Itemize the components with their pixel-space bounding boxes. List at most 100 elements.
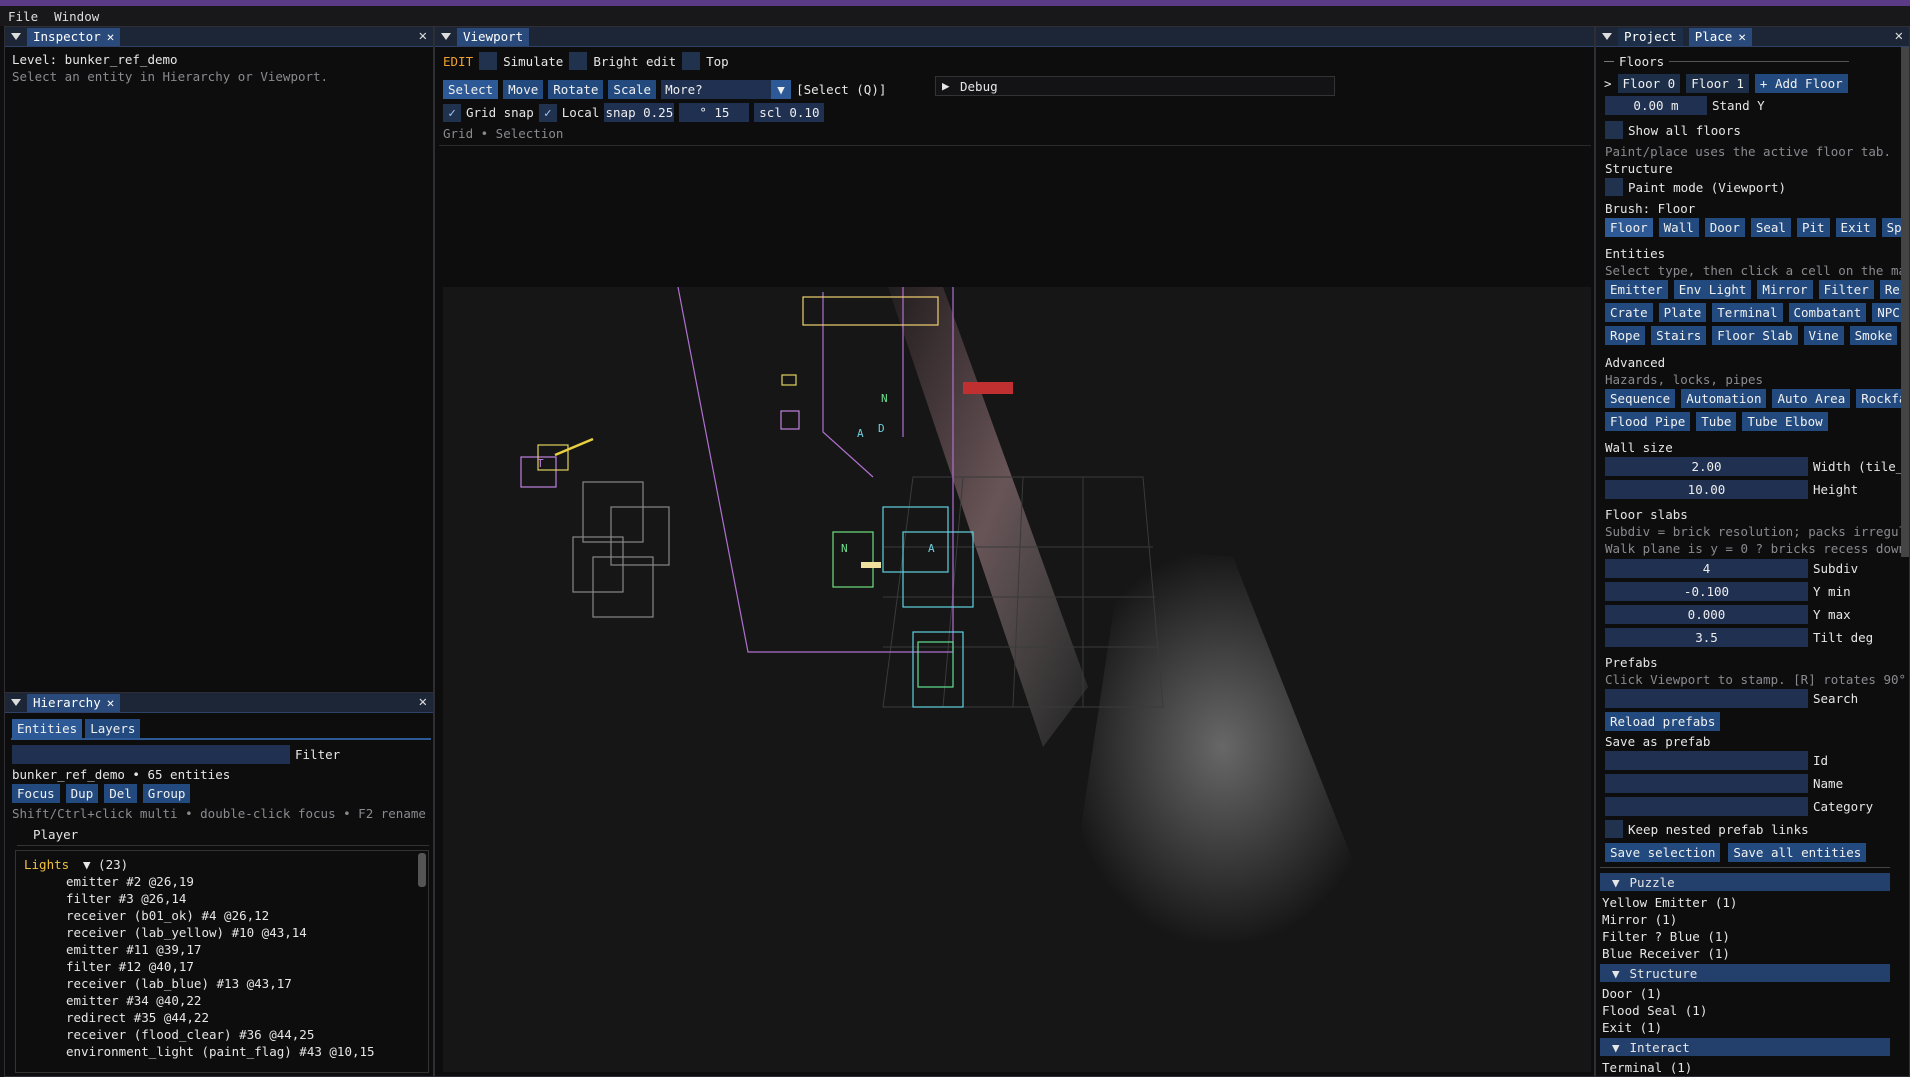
save-selection-button[interactable]: Save selection xyxy=(1605,843,1721,862)
automation-button[interactable]: Automation xyxy=(1681,389,1767,408)
interact-section-header[interactable]: ▼ Interact xyxy=(1600,1038,1890,1056)
sequence-button[interactable]: Sequence xyxy=(1605,389,1676,408)
top-checkbox[interactable] xyxy=(682,52,701,70)
list-item[interactable]: emitter #11 @39,17 xyxy=(66,942,201,957)
vine-button[interactable]: Vine xyxy=(1803,326,1844,345)
list-item[interactable]: receiver (lab_blue) #13 @43,17 xyxy=(66,976,292,991)
show-all-floors-checkbox[interactable] xyxy=(1605,121,1623,139)
filter-button[interactable]: Filter xyxy=(1818,280,1874,299)
close-icon[interactable]: ✕ xyxy=(1738,29,1746,44)
ymin-field[interactable]: -0.100 xyxy=(1605,582,1808,601)
scale-tool-button[interactable]: Scale xyxy=(608,80,657,99)
grid-snap-checkbox[interactable]: ✓ xyxy=(443,103,461,122)
list-item[interactable]: emitter #2 @26,19 xyxy=(66,874,194,889)
tab-project[interactable]: Project xyxy=(1618,27,1683,46)
close-icon[interactable]: ✕ xyxy=(107,29,115,44)
list-item[interactable]: receiver (lab_yellow) #10 @43,14 xyxy=(66,925,307,940)
angle-snap-field[interactable]: ° 15 xyxy=(679,103,750,122)
menu-file[interactable]: File xyxy=(8,9,38,24)
local-checkbox[interactable]: ✓ xyxy=(538,103,557,122)
focus-button[interactable]: Focus xyxy=(12,784,60,803)
stairs-button[interactable]: Stairs xyxy=(1651,326,1707,345)
list-item[interactable]: environment_light (paint_flag) #43 @10,1… xyxy=(66,1044,375,1059)
list-item[interactable]: emitter #34 @40,22 xyxy=(66,993,201,1008)
snap-field[interactable]: snap 0.25 xyxy=(604,103,675,122)
tab-hierarchy[interactable]: Hierarchy ✕ xyxy=(27,693,121,712)
collapse-icon[interactable] xyxy=(11,699,21,706)
scrollbar[interactable] xyxy=(418,853,426,887)
close-panel-icon[interactable]: ✕ xyxy=(419,28,427,44)
keep-nested-checkbox[interactable] xyxy=(1605,820,1623,838)
tilt-field[interactable]: 3.5 xyxy=(1605,628,1808,647)
scrollbar[interactable] xyxy=(1901,47,1909,557)
close-icon[interactable]: ✕ xyxy=(107,695,115,710)
collapse-icon[interactable] xyxy=(441,33,451,40)
list-item[interactable]: Flood Seal (1) xyxy=(1602,1003,1707,1018)
list-item[interactable]: Door (1) xyxy=(1602,986,1662,1001)
debug-section[interactable]: ▶ Debug xyxy=(935,76,1335,96)
brush-wall-button[interactable]: Wall xyxy=(1658,218,1699,237)
scene-canvas[interactable]: A D N A N T xyxy=(443,147,1591,1072)
prefab-id-input[interactable] xyxy=(1605,751,1808,770)
tab-viewport[interactable]: Viewport xyxy=(457,27,530,46)
plate-button[interactable]: Plate xyxy=(1658,303,1707,322)
list-item[interactable]: filter #3 @26,14 xyxy=(66,891,186,906)
floor-1-tab[interactable]: Floor 1 xyxy=(1686,74,1749,93)
list-item[interactable]: receiver (flood_clear) #36 @44,25 xyxy=(66,1027,314,1042)
filter-input[interactable] xyxy=(12,745,290,764)
tube-button[interactable]: Tube xyxy=(1696,412,1737,431)
tube-elbow-button[interactable]: Tube Elbow xyxy=(1742,412,1828,431)
brush-exit-button[interactable]: Exit xyxy=(1835,218,1876,237)
list-item[interactable]: Mirror (1) xyxy=(1602,912,1677,927)
more-dropdown[interactable]: More? ▼ xyxy=(661,80,792,99)
dup-button[interactable]: Dup xyxy=(65,784,99,803)
prefab-name-input[interactable] xyxy=(1605,774,1808,793)
add-floor-button[interactable]: + Add Floor xyxy=(1754,74,1848,93)
select-tool-button[interactable]: Select xyxy=(443,80,499,99)
subdiv-field[interactable]: 4 xyxy=(1605,559,1808,578)
rotate-tool-button[interactable]: Rotate xyxy=(548,80,604,99)
simulate-checkbox[interactable] xyxy=(479,52,498,70)
list-item[interactable]: Yellow Emitter (1) xyxy=(1602,895,1737,910)
list-item[interactable]: Filter ? Blue (1) xyxy=(1602,929,1730,944)
prefab-search-input[interactable] xyxy=(1605,689,1808,708)
wall-height-field[interactable]: 10.00 xyxy=(1605,480,1808,499)
puzzle-section-header[interactable]: ▼ Puzzle xyxy=(1600,873,1890,891)
auto-area-button[interactable]: Auto Area xyxy=(1772,389,1851,408)
del-button[interactable]: Del xyxy=(104,784,137,803)
move-tool-button[interactable]: Move xyxy=(503,80,544,99)
emitter-button[interactable]: Emitter xyxy=(1605,280,1668,299)
reload-prefabs-button[interactable]: Reload prefabs xyxy=(1605,712,1721,731)
list-item[interactable]: Terminal (1) xyxy=(1602,1060,1692,1075)
scale-snap-field[interactable]: scl 0.10 xyxy=(754,103,825,122)
collapse-icon[interactable] xyxy=(11,33,21,40)
flood-pipe-button[interactable]: Flood Pipe xyxy=(1605,412,1691,431)
list-item[interactable]: redirect #35 @44,22 xyxy=(66,1010,209,1025)
lights-count[interactable]: ▼ (23) xyxy=(83,857,128,872)
structure-section-header[interactable]: ▼ Structure xyxy=(1600,964,1890,982)
combatant-button[interactable]: Combatant xyxy=(1788,303,1867,322)
player-item[interactable]: Player xyxy=(33,827,78,842)
wall-width-field[interactable]: 2.00 xyxy=(1605,457,1808,476)
list-item[interactable]: Exit (1) xyxy=(1602,1020,1662,1035)
floor-slab-button[interactable]: Floor Slab xyxy=(1712,326,1798,345)
lights-group[interactable]: Lights xyxy=(24,857,69,872)
group-button[interactable]: Group xyxy=(142,784,191,803)
env-light-button[interactable]: Env Light xyxy=(1673,280,1752,299)
terminal-button[interactable]: Terminal xyxy=(1712,303,1783,322)
list-item[interactable]: filter #12 @40,17 xyxy=(66,959,194,974)
floor-0-tab[interactable]: Floor 0 xyxy=(1617,74,1681,93)
prefab-category-input[interactable] xyxy=(1605,797,1808,816)
brush-seal-button[interactable]: Seal xyxy=(1750,218,1791,237)
smoke-button[interactable]: Smoke xyxy=(1849,326,1898,345)
mirror-button[interactable]: Mirror xyxy=(1757,280,1813,299)
ymax-field[interactable]: 0.000 xyxy=(1605,605,1808,624)
list-item[interactable]: Blue Receiver (1) xyxy=(1602,946,1730,961)
list-item[interactable]: receiver (b01_ok) #4 @26,12 xyxy=(66,908,269,923)
tab-layers[interactable]: Layers xyxy=(85,719,141,738)
brush-door-button[interactable]: Door xyxy=(1704,218,1745,237)
save-all-entities-button[interactable]: Save all entities xyxy=(1728,843,1867,862)
close-panel-icon[interactable]: ✕ xyxy=(419,694,427,710)
collapse-icon[interactable] xyxy=(1602,33,1612,40)
crate-button[interactable]: Crate xyxy=(1605,303,1653,322)
